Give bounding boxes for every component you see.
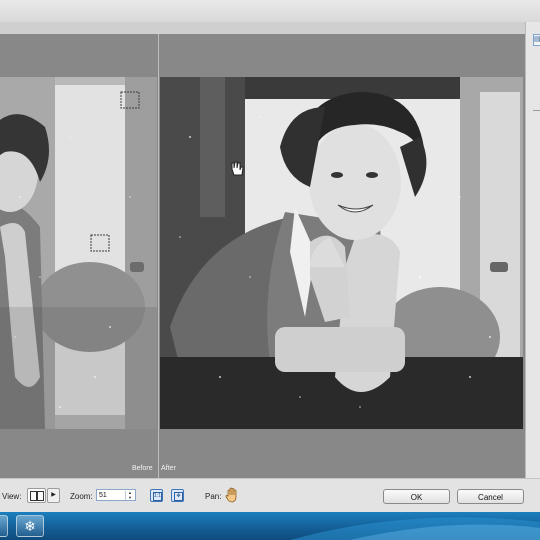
- zoom-label: Zoom:: [70, 492, 93, 501]
- window-title-strip: [0, 0, 540, 23]
- before-after-divider: [158, 34, 159, 478]
- layers-tab-icon[interactable]: ▤: [533, 34, 540, 46]
- before-photo[interactable]: [0, 77, 157, 429]
- after-photo[interactable]: [160, 77, 523, 429]
- right-side-panel: ▤: [525, 22, 540, 478]
- taskbar-app-button[interactable]: ❄: [16, 515, 44, 537]
- fit-screen-icon[interactable]: ✥: [171, 489, 184, 502]
- pan-label: Pan:: [205, 492, 222, 501]
- after-label: After: [161, 465, 176, 472]
- cancel-button[interactable]: Cancel: [457, 489, 524, 504]
- taskbar-item-left[interactable]: [0, 515, 8, 537]
- ok-button[interactable]: OK: [383, 489, 450, 504]
- split-view-icon[interactable]: [27, 488, 46, 503]
- panel-divider: [533, 110, 540, 111]
- zoom-input[interactable]: 51 ▲ ▼: [96, 489, 136, 501]
- snowflake-icon: ❄: [24, 518, 36, 534]
- zoom-spinner-icon[interactable]: ▲ ▼: [125, 490, 134, 500]
- taskbar-swoosh: [290, 517, 540, 540]
- one-to-one-icon[interactable]: 1:1: [150, 489, 163, 502]
- before-label: Before: [132, 465, 153, 472]
- bottom-toolbar: View: ▶ Zoom: 51 ▲ ▼ 1:1 ✥ Pan: OK Cancel: [0, 478, 540, 513]
- zoom-value: 51: [99, 492, 107, 499]
- view-label: View:: [2, 492, 22, 501]
- preview-top-frame: [0, 22, 540, 34]
- hand-icon[interactable]: [225, 487, 239, 503]
- view-menu-arrow-icon[interactable]: ▶: [47, 488, 60, 503]
